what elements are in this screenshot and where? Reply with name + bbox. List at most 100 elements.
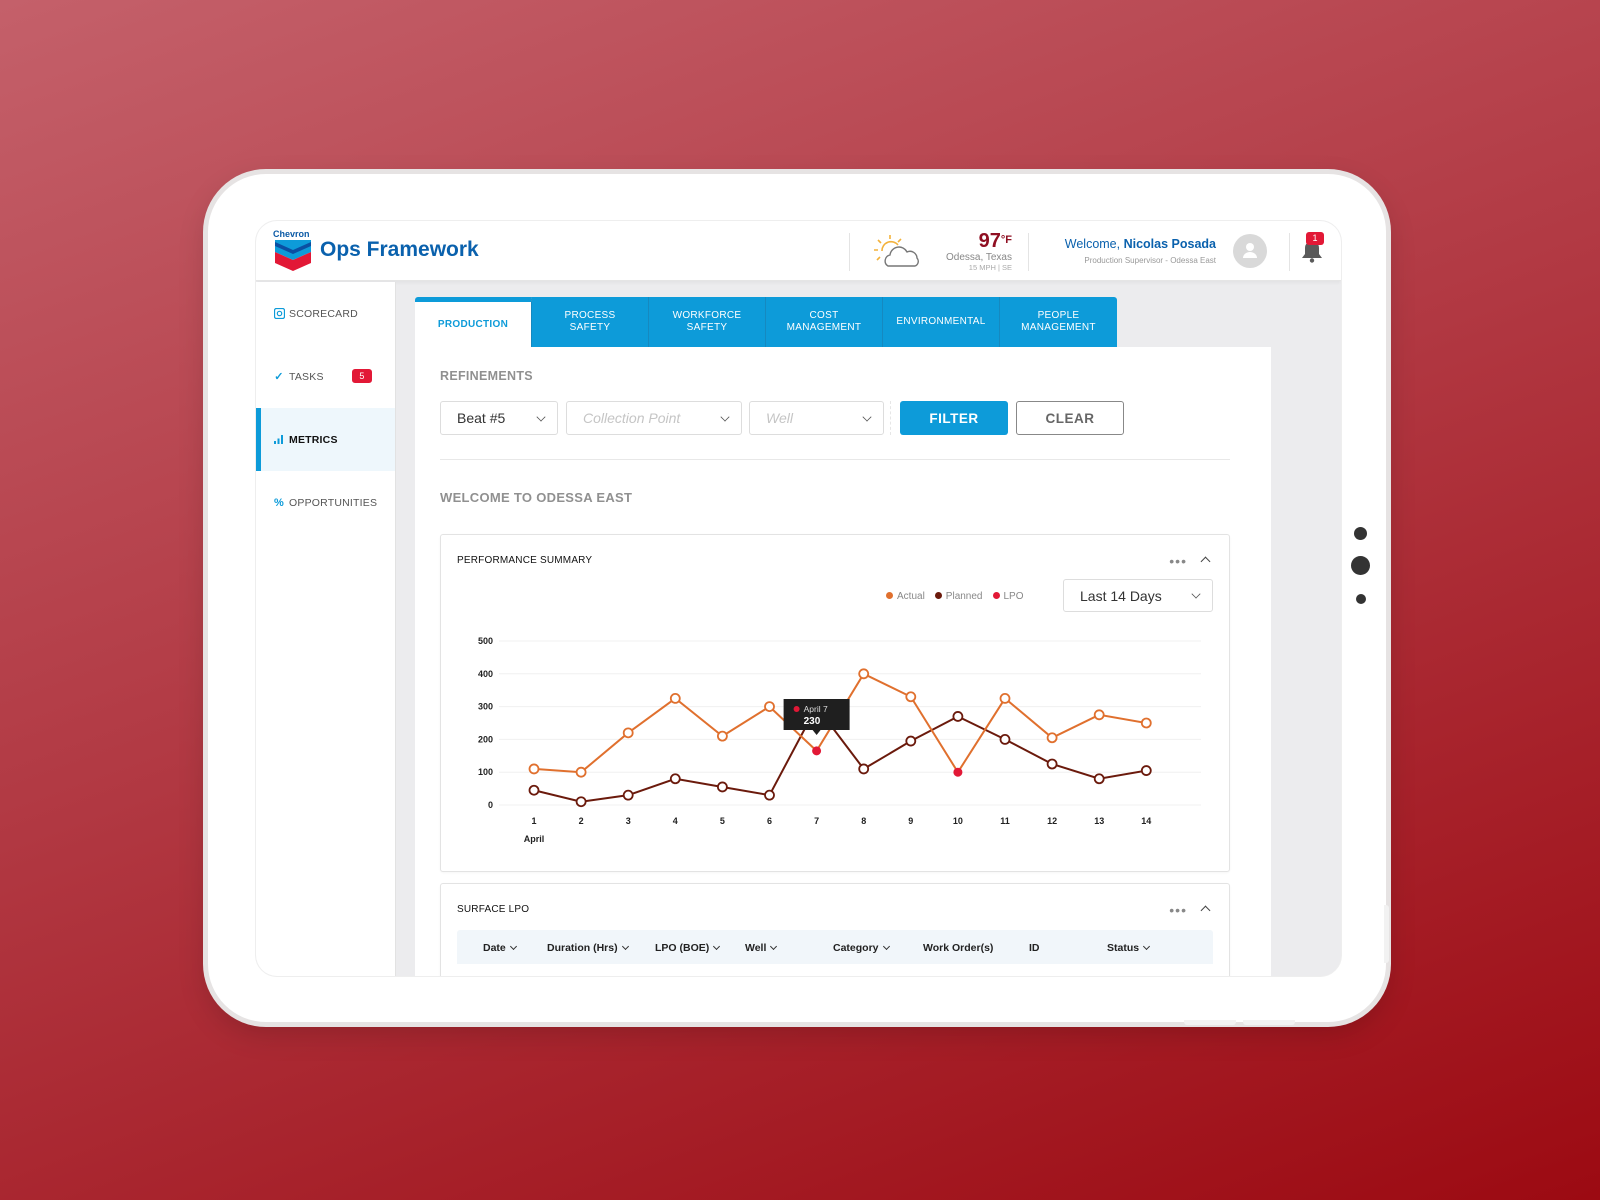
x-tick-label: 4 [673,816,678,826]
sort-chevron-icon [509,942,517,951]
legend-item-lpo: LPO [992,591,1024,602]
welcome-message: Welcome, Nicolas Posada [1064,237,1216,251]
data-point-actual [1140,717,1152,729]
tab-workforce-safety[interactable]: WORKFORCE SAFETY [649,297,766,347]
x-tick-label: 14 [1141,816,1151,826]
sidebar-item-label: METRICS [289,433,338,446]
weather-location: Odessa, Texas [946,252,1012,263]
category-tabs: PRODUCTION PROCESS SAFETY WORKFORCE SAFE… [415,297,1117,347]
x-tick-label: 10 [953,816,963,826]
date-range-select[interactable]: Last 14 Days [1063,579,1213,612]
divider [1289,233,1290,271]
sidebar-item-label: OPPORTUNITIES [289,496,378,509]
data-point-planned [575,796,587,808]
more-options-icon[interactable]: ••• [1169,553,1187,569]
performance-line-chart: 01002003004005001 2 3 4 5 6 7 8 9 10 11 12 13 14April… [478,636,1201,844]
tooltip-label: April 7 [804,704,828,714]
x-tick-label: 9 [908,816,913,826]
divider [890,401,891,435]
tablet-sensor [1354,527,1367,540]
data-point-actual [575,766,587,778]
table-header: Date Duration (Hrs) LPO (BOE) Well Category W… [457,930,1213,964]
divider [849,233,850,271]
sort-chevron-icon [713,942,721,951]
filter-button[interactable]: FILTER [900,401,1008,435]
data-point-planned [1140,765,1152,776]
data-point-planned [1093,773,1105,785]
sidebar-item-label: SCORECARD [289,307,358,320]
divider [440,459,1230,460]
chevron-down-icon [536,412,546,422]
check-icon: ✓ [274,371,284,383]
tab-process-safety[interactable]: PROCESS SAFETY [532,297,649,347]
x-tick-label: 1 [531,816,536,826]
data-point-actual [905,691,917,703]
x-tick-label: 13 [1094,816,1104,826]
column-header[interactable]: Category [833,942,890,954]
beat-select-value: Beat #5 [457,410,506,426]
chevron-down-icon [862,412,872,422]
sidebar-item-metrics[interactable]: METRICS [256,408,395,471]
data-point-actual [622,727,634,739]
user-role: Production Supervisor - Odessa East [1084,256,1216,265]
y-tick-label: 100 [478,767,493,777]
app-title: Ops Framework [320,238,479,261]
performance-summary-card: PERFORMANCE SUMMARY ••• Actual Planned L… [440,534,1230,872]
sort-chevron-icon [621,942,629,951]
data-point-planned [669,773,681,785]
tasks-count-badge: 5 [352,369,372,383]
legend-dot [886,592,893,599]
lpo-point [953,767,963,777]
x-tick-label: 3 [626,816,631,826]
user-name: Nicolas Posada [1123,237,1216,251]
chevron-down-icon [1191,589,1201,599]
tooltip-pointer [812,730,821,735]
tab-environmental[interactable]: ENVIRONMENTAL [883,297,1000,347]
chevron-up-icon[interactable] [1200,556,1211,567]
weather-wind: 15 MPH | SE [968,263,1012,272]
section-title: WELCOME TO ODESSA EAST [440,490,633,505]
clear-button[interactable]: CLEAR [1016,401,1124,435]
refinements-title: REFINEMENTS [440,369,533,383]
tab-cost-management[interactable]: COST MANAGEMENT [766,297,883,347]
legend-dot [992,592,1000,599]
x-tick-label: 12 [1047,816,1057,826]
sidebar-item-tasks[interactable]: ✓ TASKS 5 [256,345,395,408]
column-header[interactable]: Well [745,942,778,954]
tab-people-management[interactable]: PEOPLE MANAGEMENT [1000,297,1117,347]
data-point-planned [952,711,964,722]
data-point-planned [1046,758,1058,770]
chevron-up-icon[interactable] [1200,905,1211,916]
data-point-planned [764,789,775,801]
data-point-planned [622,789,634,801]
sidebar-item-scorecard[interactable]: SCORECARD [256,282,395,345]
data-point-actual [716,730,728,742]
data-point-planned [858,763,870,775]
data-point-planned [528,784,540,796]
collection-point-select[interactable]: Collection Point [566,401,742,435]
well-select[interactable]: Well [749,401,884,435]
sidebar: SCORECARD ✓ TASKS 5 METRICS % OPPORTUNIT… [256,282,396,976]
sidebar-item-opportunities[interactable]: % OPPORTUNITIES [256,471,395,534]
column-header[interactable]: Duration (Hrs) [547,942,629,954]
column-header[interactable]: Work Order(s) [923,942,993,954]
tablet-bottom-button [1184,1020,1236,1025]
notification-badge: 1 [1306,232,1324,245]
chevron-down-icon [720,412,730,422]
column-header[interactable]: LPO (BOE) [655,942,721,954]
sort-chevron-icon [770,942,778,951]
more-options-icon[interactable]: ••• [1169,902,1187,918]
beat-select[interactable]: Beat #5 [440,401,558,435]
user-icon [1243,243,1257,258]
avatar[interactable] [1233,234,1267,268]
tab-production[interactable]: PRODUCTION [415,297,532,347]
y-tick-label: 300 [478,702,493,712]
y-tick-label: 0 [488,800,493,810]
data-point-actual [999,693,1011,704]
x-tick-label: 8 [861,816,866,826]
x-axis-label: April [524,834,545,844]
column-header[interactable]: ID [1029,942,1040,954]
column-header[interactable]: Status [1107,942,1151,954]
column-header[interactable]: Date [483,942,517,954]
lpo-point [812,746,822,756]
